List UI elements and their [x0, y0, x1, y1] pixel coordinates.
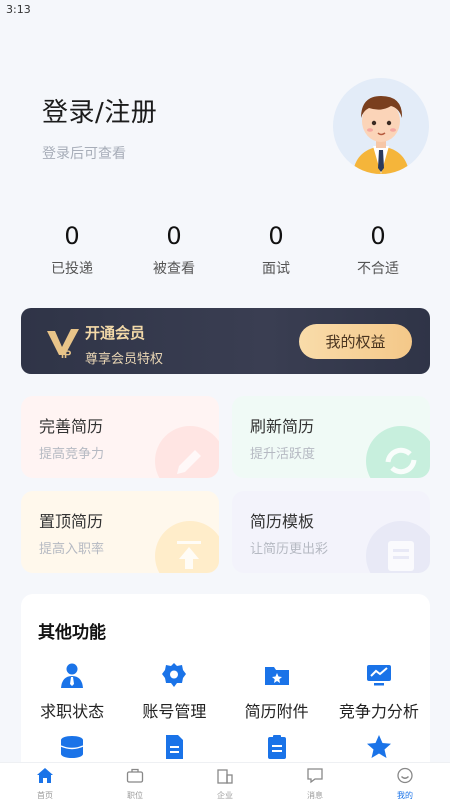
card-resume-template[interactable]: 简历模板 让简历更出彩: [232, 491, 430, 573]
vip-title: 开通会员: [85, 324, 146, 342]
card-subtitle: 提高竞争力: [39, 447, 105, 462]
tab-mine[interactable]: 我的: [360, 763, 450, 800]
card-title: 置顶简历: [39, 512, 104, 531]
login-hint: 登录后可查看: [42, 146, 126, 162]
tab-label: 消息: [307, 791, 323, 800]
login-register-link[interactable]: 登录/注册: [42, 92, 157, 129]
stat-value: 0: [64, 222, 80, 250]
status-bar: 3:13: [0, 0, 450, 20]
func-item-8[interactable]: [328, 734, 430, 764]
star-icon: [366, 735, 391, 758]
func-competitiveness-analysis[interactable]: 竞争力分析: [328, 662, 430, 722]
stat-value: 0: [370, 222, 386, 250]
chart-monitor-icon: [366, 665, 391, 686]
card-refresh-resume[interactable]: 刷新简历 提升活跃度: [232, 396, 430, 478]
tab-company[interactable]: 企业: [180, 763, 270, 800]
vip-logo-icon: IP: [47, 329, 79, 361]
card-complete-resume[interactable]: 完善简历 提高竞争力: [21, 396, 219, 478]
vip-banner[interactable]: IP 开通会员 尊享会员特权 我的权益: [21, 308, 430, 374]
func-label: 竞争力分析: [338, 702, 419, 721]
briefcase-icon: [126, 768, 144, 783]
stat-delivered[interactable]: 0 已投递: [21, 222, 123, 282]
func-item-6[interactable]: [123, 734, 225, 764]
func-label: 求职状态: [40, 702, 105, 721]
tab-label: 首页: [37, 791, 53, 800]
other-functions-panel: 其他功能 求职状态 账号管理 简历附件 竞争力分析: [21, 594, 430, 774]
gear-icon: [162, 663, 187, 687]
database-icon: [60, 736, 84, 758]
home-icon: [37, 768, 53, 783]
message-icon: [307, 768, 323, 784]
func-job-status[interactable]: 求职状态: [21, 662, 123, 722]
stat-rejected[interactable]: 0 不合适: [327, 222, 429, 282]
tab-label: 职位: [127, 791, 143, 800]
bottom-tab-bar: 首页 职位 企业 消息 我的: [0, 762, 450, 800]
clipboard-icon: [267, 735, 286, 759]
document-icon: [166, 735, 184, 759]
func-item-7[interactable]: [226, 734, 328, 764]
svg-text:IP: IP: [61, 349, 71, 361]
pin-top-icon: [155, 521, 219, 573]
func-item-5[interactable]: [21, 734, 123, 764]
func-label: 简历附件: [244, 702, 309, 721]
face-icon: [397, 767, 413, 784]
card-title: 简历模板: [250, 512, 315, 531]
card-subtitle: 让简历更出彩: [250, 542, 329, 557]
func-account-management[interactable]: 账号管理: [123, 662, 225, 722]
stat-value: 0: [166, 222, 182, 250]
stat-label: 被查看: [153, 261, 195, 277]
template-icon: [366, 521, 430, 573]
my-benefits-button[interactable]: 我的权益: [299, 324, 412, 359]
refresh-icon: [366, 426, 430, 478]
avatar[interactable]: [333, 78, 429, 174]
stat-viewed[interactable]: 0 被查看: [123, 222, 225, 282]
stat-label: 面试: [262, 261, 290, 277]
tab-label: 我的: [397, 791, 413, 800]
tab-messages[interactable]: 消息: [270, 763, 360, 800]
card-title: 刷新简历: [250, 417, 315, 436]
avatar-illustration-icon: [353, 96, 409, 174]
stat-label: 不合适: [357, 261, 399, 277]
other-functions-title: 其他功能: [38, 623, 106, 643]
building-icon: [217, 769, 233, 784]
vip-subtitle: 尊享会员特权: [85, 352, 164, 367]
func-resume-attachment[interactable]: 简历附件: [226, 662, 328, 722]
tab-home[interactable]: 首页: [0, 763, 90, 800]
card-title: 完善简历: [39, 417, 104, 436]
folder-star-icon: [264, 667, 289, 685]
func-label: 账号管理: [142, 702, 207, 721]
pencil-icon: [155, 426, 219, 478]
stat-interview[interactable]: 0 面试: [225, 222, 327, 282]
person-tie-icon: [61, 663, 84, 688]
status-time: 3:13: [6, 3, 31, 16]
stats-row: 0 已投递 0 被查看 0 面试 0 不合适: [21, 222, 429, 282]
stat-value: 0: [268, 222, 284, 250]
card-subtitle: 提高入职率: [39, 542, 105, 557]
stat-label: 已投递: [51, 261, 93, 277]
card-top-resume[interactable]: 置顶简历 提高入职率: [21, 491, 219, 573]
tab-label: 企业: [217, 791, 233, 800]
tab-jobs[interactable]: 职位: [90, 763, 180, 800]
card-subtitle: 提升活跃度: [250, 447, 316, 462]
